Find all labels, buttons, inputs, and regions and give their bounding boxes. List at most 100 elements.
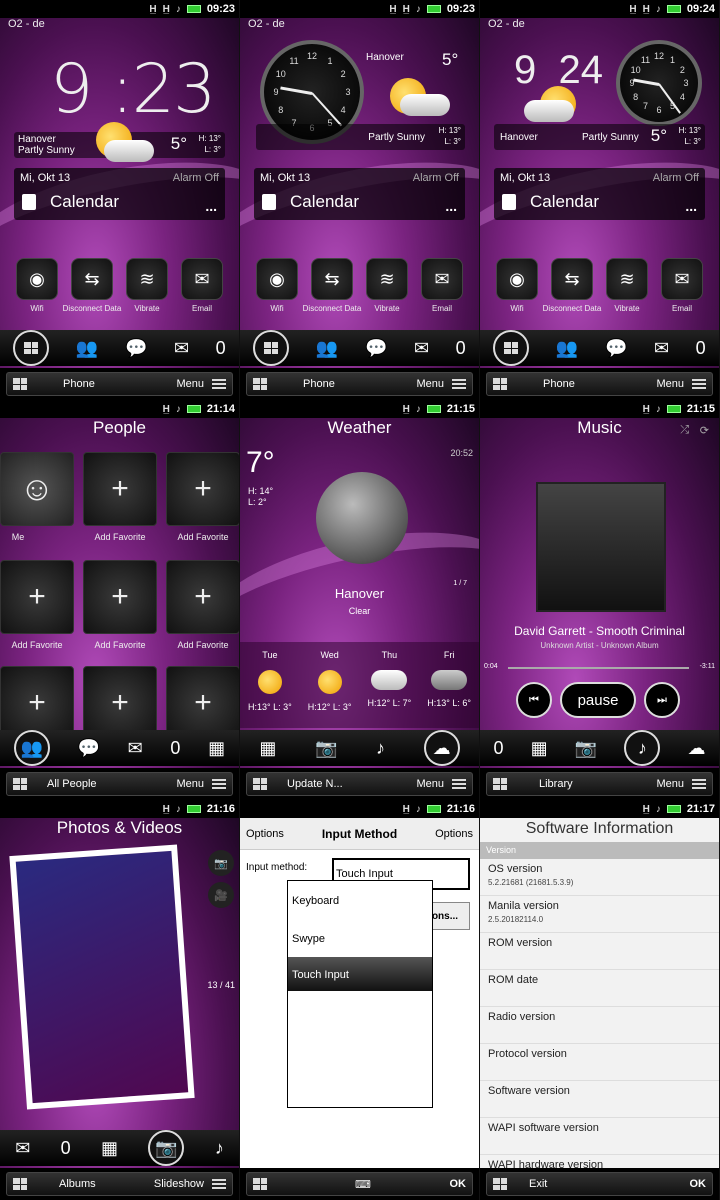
add-favorite-tile[interactable]: + [0, 560, 74, 634]
forecast-day[interactable]: Fri H:13° L: 6° [419, 642, 479, 728]
start-button[interactable] [13, 778, 27, 790]
soft-key-right[interactable]: Menu [656, 378, 684, 390]
wifi-toggle[interactable]: ◉ [256, 258, 298, 300]
dropdown-item-selected[interactable]: Touch Input [288, 957, 432, 991]
start-button[interactable] [493, 778, 507, 790]
tab-messages[interactable]: 💬 [365, 338, 387, 359]
tab-calendar[interactable]: ▦ [208, 738, 225, 759]
menu-icon[interactable] [692, 379, 706, 389]
keyboard-icon[interactable]: ⌨ [355, 1178, 371, 1191]
menu-icon[interactable] [452, 379, 466, 389]
add-favorite-tile[interactable]: + [83, 560, 157, 634]
disconnect-data-toggle[interactable]: ⇆ [71, 258, 113, 300]
soft-key-right[interactable]: Menu [416, 378, 444, 390]
start-button[interactable] [13, 378, 27, 390]
tab-internet[interactable]: 0 [696, 338, 706, 359]
disconnect-data-toggle[interactable]: ⇆ [551, 258, 593, 300]
tab-mail[interactable]: ✉ [654, 338, 669, 359]
dropdown-item[interactable]: Keyboard [288, 881, 432, 919]
tab-home[interactable] [13, 330, 50, 366]
start-button[interactable] [253, 778, 267, 790]
start-button[interactable] [253, 378, 267, 390]
tab-people[interactable]: 👥 [316, 338, 338, 359]
tab-internet[interactable]: 0 [494, 738, 504, 759]
menu-icon[interactable] [212, 779, 226, 789]
tab-mail[interactable]: ✉ [128, 738, 143, 759]
pause-button[interactable]: pause [560, 682, 636, 718]
progress-bar[interactable] [508, 667, 689, 669]
weather-bar[interactable]: Partly Sunny H: 13° L: 3° [256, 124, 465, 150]
tab-internet[interactable]: 0 [170, 738, 180, 759]
tab-home[interactable] [253, 330, 290, 366]
add-favorite-tile[interactable]: + [166, 452, 239, 526]
soft-key-right[interactable]: Menu [656, 778, 684, 790]
ok-button[interactable]: OK [690, 1178, 707, 1190]
tab-options-left[interactable]: Options [246, 828, 284, 840]
tab-music[interactable]: ♪ [624, 730, 661, 766]
ok-button[interactable]: OK [450, 1178, 467, 1190]
more-dots[interactable]: ... [205, 198, 217, 214]
soft-key-right[interactable]: Menu [176, 378, 204, 390]
tab-messages[interactable]: 💬 [78, 738, 100, 759]
tab-home[interactable] [493, 330, 530, 366]
repeat-icon[interactable]: ⟳ [700, 424, 709, 437]
tab-options-right[interactable]: Options [435, 828, 473, 840]
start-button[interactable] [13, 1178, 27, 1190]
email-toggle[interactable]: ✉ [421, 258, 463, 300]
soft-key-left[interactable]: Phone [63, 378, 95, 390]
dropdown-item[interactable]: Swype [288, 919, 432, 957]
soft-key-left[interactable]: Phone [303, 378, 335, 390]
tab-internet[interactable]: 0 [61, 1138, 71, 1159]
soft-key-right[interactable]: Slideshow [154, 1178, 204, 1190]
soft-key-left[interactable]: Albums [59, 1178, 96, 1190]
forecast-day[interactable]: Tue H:13° L: 3° [240, 642, 300, 728]
tab-weather[interactable]: ☁ [423, 730, 460, 766]
vibrate-toggle[interactable]: ≋ [366, 258, 408, 300]
wifi-toggle[interactable]: ◉ [496, 258, 538, 300]
soft-key-left[interactable]: Library [539, 778, 573, 790]
menu-icon[interactable] [212, 1179, 226, 1189]
vibrate-toggle[interactable]: ≋ [126, 258, 168, 300]
add-favorite-tile[interactable]: + [166, 666, 239, 740]
tab-people[interactable]: 👥 [76, 338, 98, 359]
start-button[interactable] [493, 378, 507, 390]
calendar-card[interactable]: Mi, Okt 13 Alarm Off Calendar ... [494, 168, 705, 220]
wifi-toggle[interactable]: ◉ [16, 258, 58, 300]
tab-internet[interactable]: 0 [456, 338, 466, 359]
add-favorite-tile[interactable]: + [83, 452, 157, 526]
more-dots[interactable]: ... [685, 198, 697, 214]
tab-music[interactable]: ♪ [215, 1138, 224, 1159]
soft-key-left[interactable]: Phone [543, 378, 575, 390]
calendar-card[interactable]: Mi, Okt 13 Alarm Off Calendar ... [14, 168, 225, 220]
tab-mail[interactable]: ✉ [15, 1138, 30, 1159]
tab-calendar[interactable]: ▦ [531, 738, 548, 759]
album-art[interactable] [536, 482, 666, 612]
tab-photos[interactable]: 📷 [148, 1130, 185, 1166]
tab-mail[interactable]: ✉ [174, 338, 189, 359]
tab-calendar[interactable]: ▦ [259, 738, 276, 759]
video-button[interactable]: 🎥 [208, 882, 234, 908]
start-button[interactable] [253, 1178, 267, 1190]
tab-people[interactable]: 👥 [13, 730, 50, 766]
soft-key-left[interactable]: All People [47, 778, 97, 790]
tab-calendar[interactable]: ▦ [101, 1138, 118, 1159]
weather-bar[interactable]: Hanover Partly Sunny 5° H: 13° L: 3° [494, 124, 705, 150]
disconnect-data-toggle[interactable]: ⇆ [311, 258, 353, 300]
exit-button[interactable]: Exit [529, 1178, 547, 1190]
tab-mail[interactable]: ✉ [414, 338, 429, 359]
menu-icon[interactable] [212, 379, 226, 389]
email-toggle[interactable]: ✉ [661, 258, 703, 300]
soft-key-right[interactable]: Menu [416, 778, 444, 790]
email-toggle[interactable]: ✉ [181, 258, 223, 300]
tab-internet[interactable]: 0 [216, 338, 226, 359]
tab-people[interactable]: 👥 [556, 338, 578, 359]
camera-button[interactable]: 📷 [208, 850, 234, 876]
tab-weather[interactable]: ☁ [687, 738, 705, 759]
tab-messages[interactable]: 💬 [605, 338, 627, 359]
forecast-day[interactable]: Wed H:12° L: 3° [300, 642, 360, 728]
photo-thumbnail[interactable] [9, 844, 195, 1110]
tab-photos[interactable]: 📷 [575, 738, 597, 759]
calendar-card[interactable]: Mi, Okt 13 Alarm Off Calendar ... [254, 168, 465, 220]
me-tile[interactable]: ☺ [0, 452, 74, 526]
shuffle-icon[interactable]: ⤮ [680, 424, 689, 437]
